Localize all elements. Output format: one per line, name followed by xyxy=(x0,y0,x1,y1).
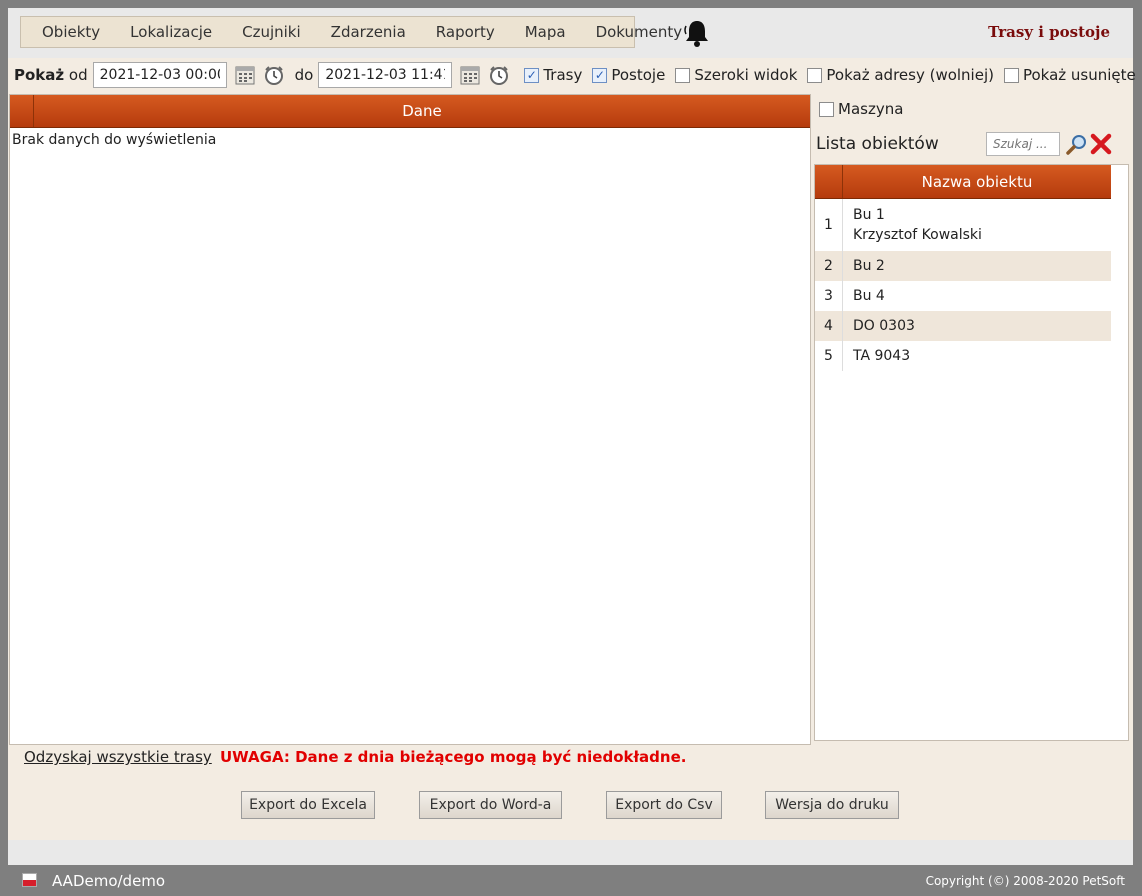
object-row[interactable]: 1 Bu 1 Krzysztof Kowalski xyxy=(815,199,1111,251)
print-version-button[interactable]: Wersja do druku xyxy=(765,791,899,819)
object-driver: Krzysztof Kowalski xyxy=(853,227,982,243)
menu-item-dokumenty[interactable]: Dokumenty xyxy=(581,23,698,41)
export-csv-button[interactable]: Export do Csv xyxy=(606,791,722,819)
object-name: Bu 4 xyxy=(853,288,885,304)
header-name-col[interactable]: Nazwa obiektu xyxy=(843,165,1111,198)
checkbox-postoje[interactable]: ✓ Postoje xyxy=(592,66,665,84)
current-user: AADemo/demo xyxy=(52,872,166,890)
top-bar: Obiekty Lokalizacje Czujniki Zdarzenia R… xyxy=(8,8,1133,58)
checkbox-maszyna[interactable]: Maszyna xyxy=(819,100,903,118)
checkbox-pokaz-adresy[interactable]: Pokaż adresy (wolniej) xyxy=(807,66,994,84)
row-number: 2 xyxy=(815,251,843,281)
calendar-icon[interactable] xyxy=(234,64,256,86)
clock-icon[interactable] xyxy=(488,64,510,86)
checkbox-box[interactable] xyxy=(1003,67,1019,83)
row-number: 5 xyxy=(815,341,843,371)
menu-item-czujniki[interactable]: Czujniki xyxy=(227,23,316,41)
object-row[interactable]: 4 DO 0303 xyxy=(815,311,1111,341)
row-number: 3 xyxy=(815,281,843,311)
row-number: 4 xyxy=(815,311,843,341)
checkbox-pokaz-usuniete[interactable]: Pokaż usunięte xyxy=(1003,66,1136,84)
menu-item-lokalizacje[interactable]: Lokalizacje xyxy=(115,23,227,41)
object-list-title: Lista obiektów xyxy=(816,134,939,154)
row-number: 1 xyxy=(815,199,843,251)
grid-header: Dane xyxy=(10,95,810,128)
checkbox-szeroki-widok[interactable]: Szeroki widok xyxy=(675,66,797,84)
checkbox-box[interactable] xyxy=(807,67,823,83)
main-menu: Obiekty Lokalizacje Czujniki Zdarzenia R… xyxy=(20,16,682,48)
object-name-cell: Bu 1 Krzysztof Kowalski xyxy=(843,199,992,251)
object-row[interactable]: 2 Bu 2 xyxy=(815,251,1111,281)
data-grid: Dane Brak danych do wyświetlenia xyxy=(9,94,811,745)
menu-item-mapa[interactable]: Mapa xyxy=(510,23,581,41)
date-from-input[interactable] xyxy=(92,62,227,88)
object-row[interactable]: 5 TA 9043 xyxy=(815,341,1111,371)
checkbox-box[interactable]: ✓ xyxy=(524,67,540,83)
date-to-input[interactable] xyxy=(318,62,453,88)
export-word-button[interactable]: Export do Word-a xyxy=(419,791,562,819)
menu-item-obiekty[interactable]: Obiekty xyxy=(27,23,115,41)
object-name: TA 9043 xyxy=(853,348,911,364)
export-excel-button[interactable]: Export do Excela xyxy=(241,791,375,819)
app-window: Obiekty Lokalizacje Czujniki Zdarzenia R… xyxy=(8,8,1136,865)
object-name: Bu 1 xyxy=(853,207,885,223)
bottom-strip xyxy=(8,840,1133,865)
clear-icon[interactable] xyxy=(1089,132,1113,156)
polish-flag-icon[interactable] xyxy=(22,873,37,887)
object-list-header: Nazwa obiektu xyxy=(815,165,1111,199)
object-row[interactable]: 3 Bu 4 xyxy=(815,281,1111,311)
bell-icon[interactable] xyxy=(683,18,711,48)
object-search-input[interactable] xyxy=(986,132,1060,156)
grid-header-spacer xyxy=(10,95,34,127)
checkbox-box[interactable] xyxy=(819,101,834,117)
checkbox-trasy[interactable]: ✓ Trasy xyxy=(524,66,582,84)
calendar-icon[interactable] xyxy=(459,64,481,86)
checkbox-box[interactable]: ✓ xyxy=(592,67,608,83)
object-list: Nazwa obiektu 1 Bu 1 Krzysztof Kowalski … xyxy=(814,164,1129,741)
page-title: Trasy i postoje xyxy=(988,23,1110,41)
search-icon[interactable] xyxy=(1065,132,1089,156)
header-num-col xyxy=(815,165,843,198)
clock-icon[interactable] xyxy=(263,64,285,86)
menu-item-zdarzenia[interactable]: Zdarzenia xyxy=(316,23,421,41)
menu-item-raporty[interactable]: Raporty xyxy=(421,23,510,41)
show-label: Pokaż od xyxy=(14,66,88,84)
object-name: Bu 2 xyxy=(853,258,885,274)
copyright-text: Copyright (©) 2008-2020 PetSoft xyxy=(925,874,1125,888)
to-label: do xyxy=(294,66,314,84)
warning-message: UWAGA: Dane z dnia bieżącego mogą być ni… xyxy=(220,748,687,766)
checkbox-box[interactable] xyxy=(675,67,691,83)
empty-message: Brak danych do wyświetlenia xyxy=(12,132,217,148)
grid-header-dane[interactable]: Dane xyxy=(34,95,810,127)
object-name: DO 0303 xyxy=(853,318,915,334)
filter-bar: Pokaż od do ✓ Trasy ✓ xyxy=(14,60,1136,90)
recover-routes-link[interactable]: Odzyskaj wszystkie trasy xyxy=(24,748,212,766)
